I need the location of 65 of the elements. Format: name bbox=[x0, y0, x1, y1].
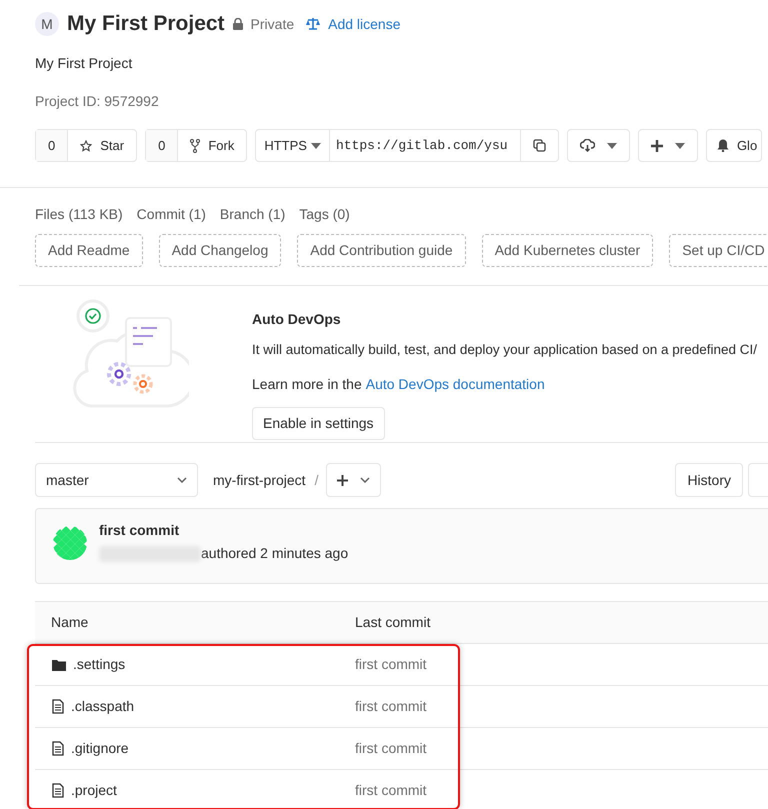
commit-message-link[interactable]: first commit bbox=[355, 780, 427, 801]
quick-action-button[interactable]: Add Contribution guide bbox=[297, 234, 466, 267]
file-icon bbox=[52, 699, 64, 714]
file-name-link[interactable]: .settings bbox=[73, 654, 126, 675]
star-button[interactable]: 0 Star bbox=[35, 129, 138, 162]
download-button[interactable] bbox=[566, 129, 630, 162]
history-button[interactable]: History bbox=[675, 463, 743, 497]
bell-icon bbox=[716, 139, 729, 152]
commit-message-link[interactable]: first commit bbox=[355, 738, 427, 759]
commit-title: first commit bbox=[99, 521, 180, 540]
stat-link[interactable]: Files (113 KB) bbox=[35, 204, 123, 225]
devops-title: Auto DevOps bbox=[252, 310, 342, 329]
project-title: My First Project bbox=[67, 11, 225, 38]
fork-count: 0 bbox=[146, 130, 178, 161]
star-icon bbox=[80, 140, 92, 152]
file-icon bbox=[52, 741, 64, 756]
chevron-icon bbox=[177, 477, 187, 483]
commit-message-link[interactable]: first commit bbox=[355, 654, 427, 675]
add-file-dropdown[interactable] bbox=[326, 463, 382, 497]
project-id: Project ID: 9572992 bbox=[35, 92, 160, 111]
caret-icon bbox=[606, 142, 617, 148]
quick-action-button[interactable]: Add Kubernetes cluster bbox=[482, 234, 654, 267]
stat-link[interactable]: Commit (1) bbox=[136, 204, 206, 225]
project-avatar: M bbox=[35, 12, 59, 36]
devops-description: It will automatically build, test, and deploy your application based on a predefined CI/ bbox=[252, 341, 758, 359]
file-name-link[interactable]: .project bbox=[71, 780, 117, 801]
commit-message-link[interactable]: first commit bbox=[355, 696, 427, 717]
branch-dropdown[interactable]: master bbox=[35, 463, 198, 497]
file-name-link[interactable]: .classpath bbox=[71, 696, 134, 717]
project-description: My First Project bbox=[35, 54, 134, 73]
commit-meta: authored 2 minutes ago bbox=[201, 544, 348, 563]
fork-label: Fork bbox=[208, 136, 234, 155]
quick-action-button[interactable]: Set up CI/CD bbox=[669, 234, 768, 267]
stat-link[interactable]: Branch (1) bbox=[220, 204, 286, 225]
path-separator: / bbox=[314, 470, 318, 490]
caret-icon bbox=[310, 142, 321, 148]
star-count: 0 bbox=[36, 130, 68, 161]
identicon-avatar bbox=[53, 526, 87, 560]
scale-icon bbox=[306, 18, 320, 30]
column-header: Last commit bbox=[355, 613, 430, 632]
file-name-link[interactable]: .gitignore bbox=[71, 738, 129, 759]
plus-icon bbox=[650, 140, 663, 152]
devops-docs-link[interactable]: Auto DevOps documentation bbox=[366, 374, 545, 396]
notification-button[interactable]: Glo bbox=[706, 129, 762, 162]
add-button[interactable] bbox=[638, 129, 698, 162]
enable-settings-button[interactable]: Enable in settings bbox=[252, 407, 385, 440]
file-icon bbox=[52, 783, 64, 798]
fork-icon bbox=[190, 138, 200, 152]
learn-more-text: Learn more in the bbox=[252, 375, 362, 394]
fork-button[interactable]: 0 Fork bbox=[145, 129, 248, 162]
plus-icon bbox=[337, 474, 348, 486]
quick-action-button[interactable]: Add Changelog bbox=[158, 234, 282, 267]
breadcrumb-path: my-first-project bbox=[213, 470, 306, 490]
folder-icon bbox=[52, 658, 66, 670]
cloud-download-icon bbox=[580, 139, 595, 152]
copy-icon bbox=[532, 139, 546, 152]
lock-icon bbox=[232, 18, 243, 30]
star-label: Star bbox=[100, 136, 124, 155]
stat-link[interactable]: Tags (0) bbox=[299, 204, 350, 225]
column-header: Name bbox=[50, 613, 90, 632]
visibility-label: Private bbox=[250, 14, 294, 34]
chevron-icon bbox=[360, 477, 370, 483]
add-license-link[interactable]: Add license bbox=[328, 14, 401, 34]
quick-action-button[interactable]: Add Readme bbox=[35, 234, 143, 267]
caret-icon bbox=[674, 142, 685, 148]
